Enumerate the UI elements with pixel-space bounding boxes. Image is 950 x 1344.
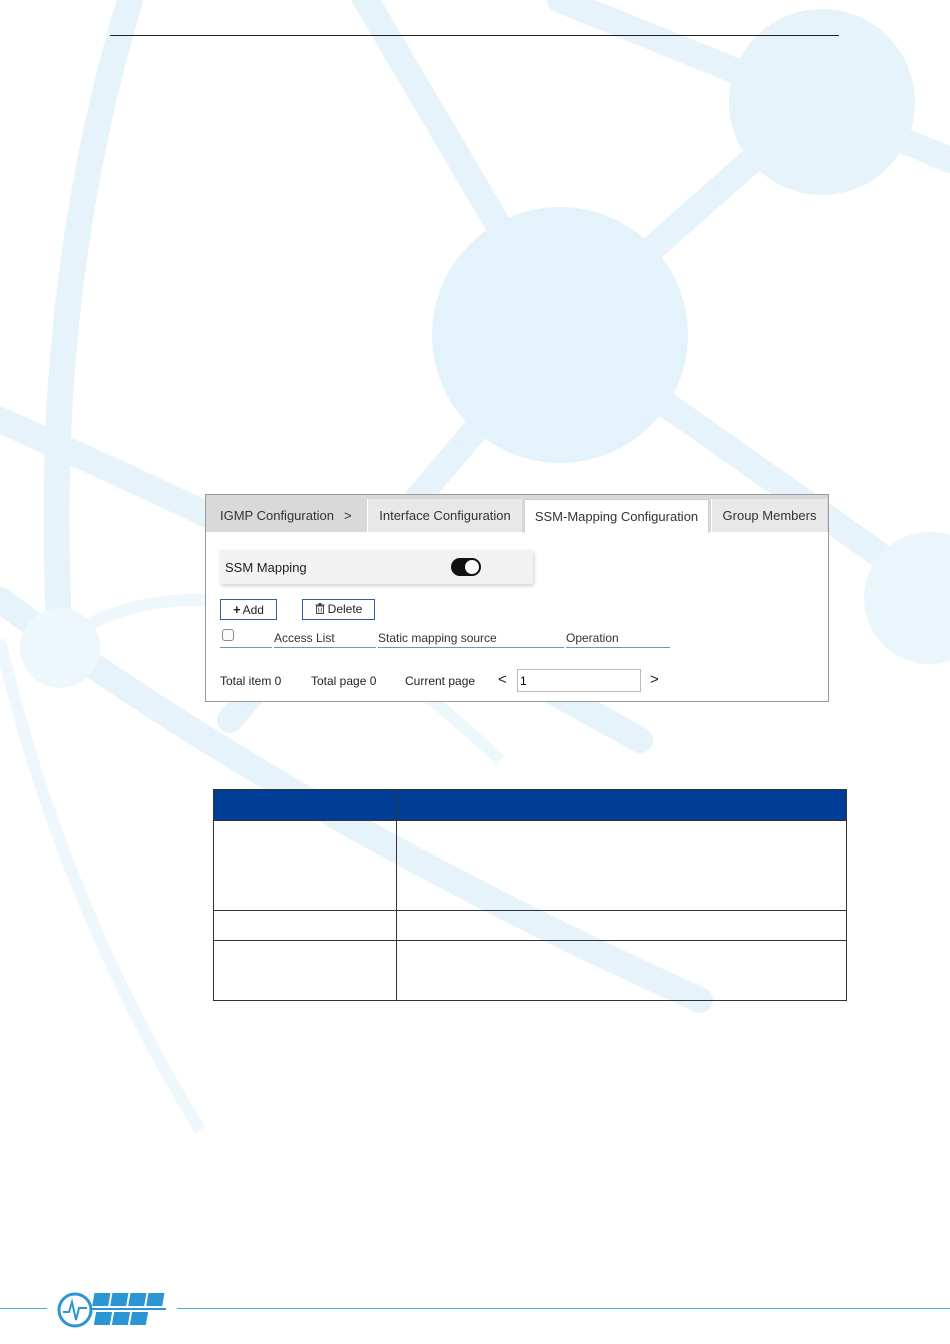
table-row [213, 910, 847, 941]
prev-page-button[interactable]: < [498, 671, 507, 688]
table-cell [396, 820, 847, 911]
column-static-mapping-source: Static mapping source [378, 626, 564, 648]
table-row [213, 940, 847, 1001]
trash-icon [315, 601, 325, 620]
footer-rule-right [177, 1308, 950, 1309]
column-access-list: Access List [274, 626, 376, 648]
select-all-checkbox[interactable] [222, 629, 234, 641]
header-rule [110, 35, 839, 36]
tab-igmp-label: IGMP Configuration [220, 508, 334, 523]
tab-ssm-mapping-configuration[interactable]: SSM-Mapping Configuration [524, 499, 709, 533]
header-cell-description [396, 789, 847, 821]
mapping-table-header: Access List Static mapping source Operat… [220, 626, 670, 648]
plus-icon: + [233, 602, 241, 617]
header-cell-parameter [213, 789, 397, 821]
breadcrumb-separator: > [343, 508, 352, 523]
table-cell [396, 940, 847, 1001]
current-page-label: Current page [405, 674, 476, 688]
select-all-cell [220, 626, 272, 648]
page-number-input[interactable] [517, 669, 641, 692]
tab-interface-configuration[interactable]: Interface Configuration [367, 499, 522, 532]
tab-bar: IGMP Configuration > Interface Configurat… [206, 495, 828, 533]
parameter-table-header [213, 789, 847, 821]
next-page-button[interactable]: > [650, 671, 659, 688]
delete-button[interactable]: Delete [302, 599, 375, 620]
tab-igmp-configuration[interactable]: IGMP Configuration > [207, 499, 366, 532]
total-page-count: Total page 0 [311, 674, 377, 688]
indu-sol-logo [57, 1292, 166, 1328]
ssm-mapping-screenshot: IGMP Configuration > Interface Configurat… [205, 494, 829, 702]
ssm-mapping-toggle[interactable] [451, 558, 481, 576]
ssm-mapping-label: SSM Mapping [225, 560, 307, 575]
add-button-label: Add [242, 603, 264, 617]
table-cell [396, 910, 847, 941]
parameter-table [213, 789, 847, 1001]
table-row [213, 820, 847, 911]
footer-rule-left [0, 1308, 47, 1309]
total-item-count: Total item 0 [220, 674, 282, 688]
column-operation: Operation [566, 626, 670, 648]
add-button[interactable]: + Add [220, 599, 277, 620]
table-cell [213, 820, 397, 911]
table-cell [213, 910, 397, 941]
table-cell [213, 940, 397, 1001]
toggle-knob [465, 560, 479, 574]
delete-button-label: Delete [327, 602, 363, 616]
ssm-mapping-row: SSM Mapping [220, 550, 533, 584]
pagination: Total item 0 Total page 0 Current page <… [220, 668, 820, 694]
tab-group-members[interactable]: Group Members [711, 499, 827, 532]
